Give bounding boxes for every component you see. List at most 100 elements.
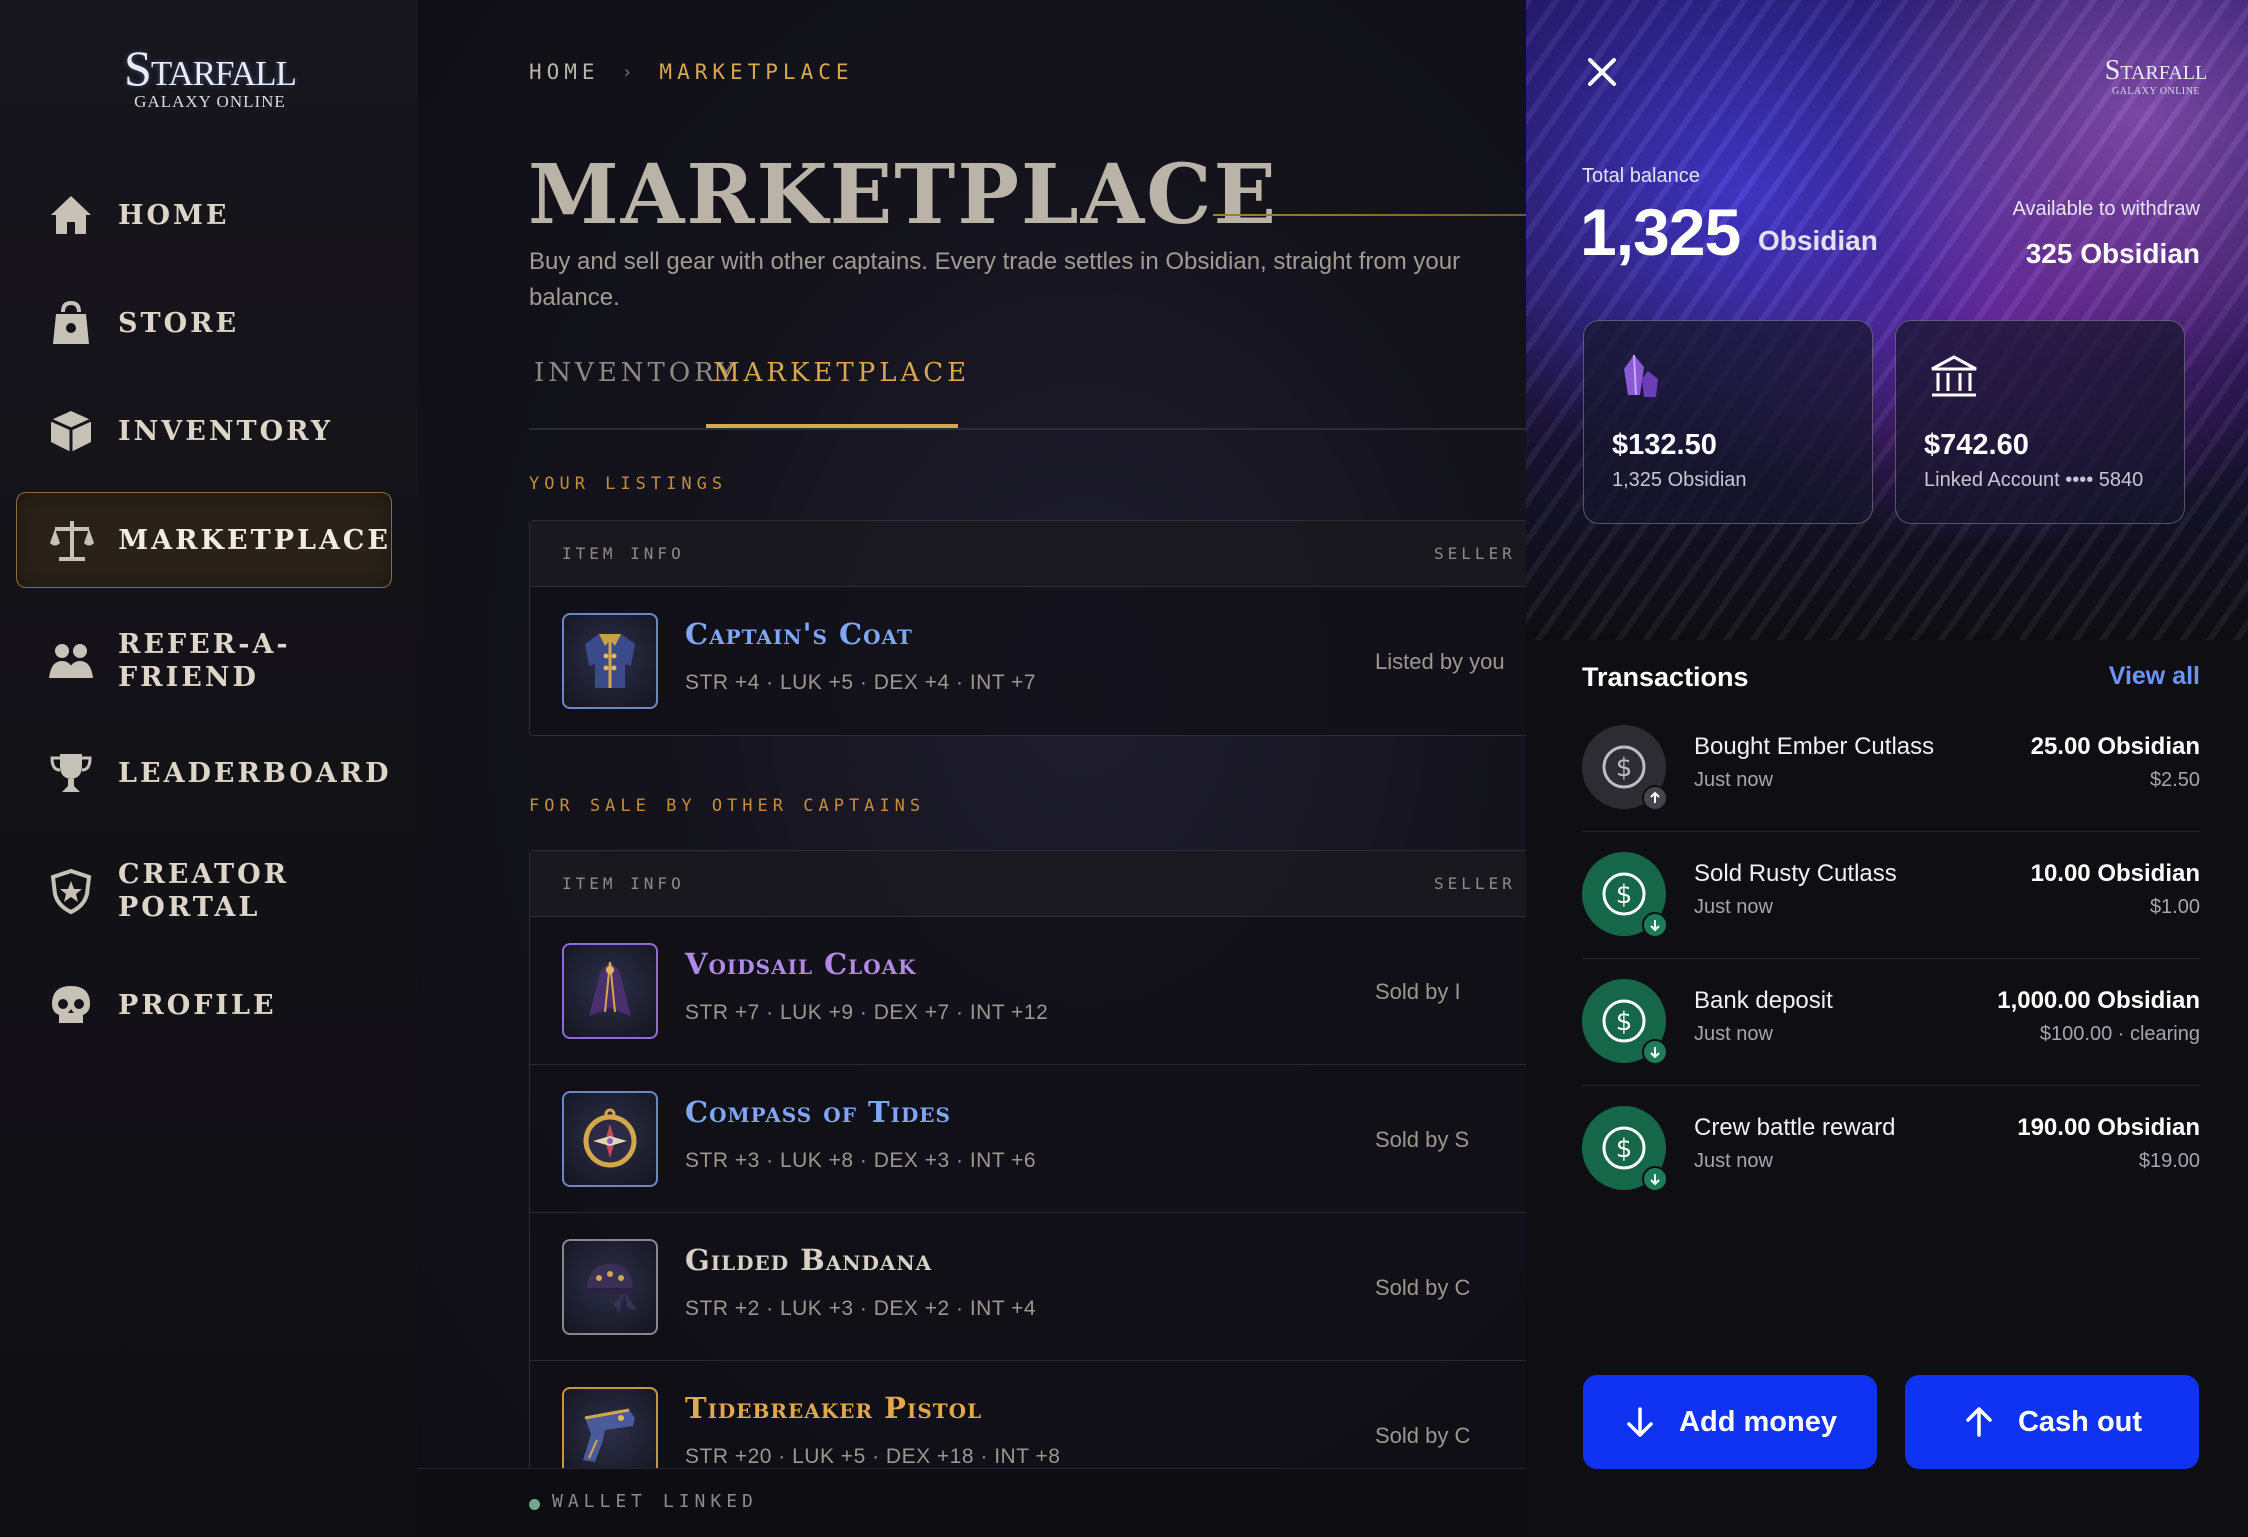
breadcrumb-current: MARKETPLACE	[659, 60, 854, 84]
column-item-info: ITEM INFO	[562, 544, 685, 563]
arrow-down-icon	[1627, 1407, 1653, 1437]
column-item-info: ITEM INFO	[562, 874, 685, 893]
logo-title: Starfall	[124, 40, 297, 96]
transaction-row[interactable]: $ Crew battle reward Just now 190.00 Obs…	[1582, 1086, 2200, 1213]
transaction-time: Just now	[1694, 1150, 1773, 1172]
transaction-name: Bank deposit	[1694, 987, 1833, 1014]
transaction-time: Just now	[1694, 896, 1773, 918]
obsidian-balance-card[interactable]: $132.50 1,325 Obsidian	[1583, 320, 1873, 524]
card-value: $132.50	[1612, 429, 1717, 461]
transaction-row[interactable]: $ Bank deposit Just now 1,000.00 Obsidia…	[1582, 959, 2200, 1086]
wallet-panel: Starfall GALAXY ONLINE Total balance 1,3…	[1526, 0, 2248, 1537]
sidebar-item-creator-portal[interactable]: CREATOR PORTAL	[16, 852, 392, 930]
wallet-logo-subtitle: GALAXY ONLINE	[2111, 86, 2201, 97]
sidebar-item-label: CREATOR PORTAL	[118, 859, 290, 923]
status-dot	[529, 1499, 540, 1510]
page-subtitle: Buy and sell gear with other captains. E…	[529, 248, 1461, 311]
item-name: Captain's Coat	[685, 617, 913, 651]
svg-text:$: $	[1616, 880, 1633, 910]
transaction-amount: 10.00 Obsidian	[2030, 860, 2200, 887]
bandana-icon	[562, 1239, 658, 1335]
main-content: HOME › MARKETPLACE MARKETPLACE Buy and s…	[418, 0, 1526, 1537]
column-seller: SELLER	[1434, 874, 1516, 893]
view-all-link[interactable]: View all	[2109, 662, 2200, 691]
total-balance-value: 1,325	[1580, 195, 1741, 269]
total-balance-label: Total balance	[1582, 165, 1700, 187]
cash-out-button[interactable]: Cash out	[1905, 1375, 2199, 1469]
breadcrumb-home[interactable]: HOME	[529, 60, 600, 84]
transaction-usd: $2.50	[2149, 769, 2200, 791]
sidebar-item-refer-a-friend[interactable]: REFER-A-FRIEND	[16, 622, 392, 700]
breadcrumb: HOME › MARKETPLACE	[529, 60, 854, 84]
item-seller: Listed by you	[1375, 649, 1505, 674]
scale-icon	[37, 505, 106, 575]
total-balance-unit: Obsidian	[1758, 225, 1878, 256]
skull-icon	[36, 970, 106, 1040]
status-bar: WALLET LINKED	[418, 1468, 1526, 1537]
arrow-up-icon	[1642, 785, 1668, 811]
transaction-usd: $100.00 · clearing	[2039, 1023, 2200, 1045]
tab-bar: INVENTORY MARKETPLACE	[529, 350, 1526, 430]
cash-out-label: Cash out	[2017, 1405, 2143, 1438]
shield-icon	[36, 856, 106, 926]
sidebar-item-home[interactable]: HOME	[16, 180, 392, 250]
item-name: Tidebreaker Pistol	[685, 1391, 983, 1425]
bank-icon	[1926, 351, 1982, 407]
item-seller: Sold by S	[1375, 1127, 1470, 1152]
arrow-down-icon	[1642, 1166, 1668, 1192]
friends-icon	[36, 626, 106, 696]
table-row[interactable]: Compass of Tides STR +3 · LUK +8 · DEX +…	[530, 1065, 1526, 1213]
active-tab-indicator	[706, 424, 958, 428]
item-name: Compass of Tides	[685, 1095, 951, 1129]
table-row[interactable]: Voidsail Cloak STR +7 · LUK +9 · DEX +7 …	[530, 917, 1526, 1065]
close-icon	[1588, 58, 1616, 86]
item-stats: STR +20 · LUK +5 · DEX +18 · INT +8	[685, 1445, 1061, 1468]
table-header: ITEM INFO SELLER	[530, 521, 1526, 587]
your-listings-table: ITEM INFO SELLER Captain's Coat STR +4 ·…	[529, 520, 1526, 736]
sidebar-item-profile[interactable]: PROFILE	[16, 970, 392, 1040]
tab-marketplace[interactable]: MARKETPLACE	[713, 358, 970, 388]
svg-text:$: $	[1616, 753, 1633, 783]
sidebar-item-label: LEADERBOARD	[118, 757, 392, 789]
transaction-row[interactable]: $ Bought Ember Cutlass Just now 25.00 Ob…	[1582, 705, 2200, 832]
sidebar-item-label: PROFILE	[118, 989, 277, 1021]
your-listings-label: YOUR LISTINGS	[529, 474, 728, 494]
column-seller: SELLER	[1434, 544, 1516, 563]
add-money-button[interactable]: Add money	[1583, 1375, 1877, 1469]
sidebar-item-leaderboard[interactable]: LEADERBOARD	[16, 738, 392, 808]
item-stats: STR +7 · LUK +9 · DEX +7 · INT +12	[685, 1001, 1049, 1024]
add-money-label: Add money	[1679, 1405, 1837, 1438]
item-name: Voidsail Cloak	[685, 947, 917, 981]
coat-icon	[562, 613, 658, 709]
item-stats: STR +2 · LUK +3 · DEX +2 · INT +4	[685, 1297, 1037, 1320]
starfall-logo[interactable]: Starfall GALAXY ONLINE	[90, 40, 330, 130]
table-row[interactable]: Captain's Coat STR +4 · LUK +5 · DEX +4 …	[530, 587, 1526, 735]
linked-account-card[interactable]: $742.60 Linked Account •••• 5840	[1895, 320, 2185, 524]
tab-inventory[interactable]: INVENTORY	[534, 358, 738, 388]
transaction-amount: 190.00 Obsidian	[2017, 1114, 2200, 1141]
table-row[interactable]: Gilded Bandana STR +2 · LUK +3 · DEX +2 …	[530, 1213, 1526, 1361]
sidebar-item-label: MARKETPLACE	[118, 524, 391, 556]
arrow-up-icon	[1966, 1407, 1992, 1437]
sidebar-item-store[interactable]: STORE	[16, 288, 392, 358]
sidebar: Starfall GALAXY ONLINE HOME STORE INVENT…	[0, 0, 418, 1537]
trophy-icon	[36, 738, 106, 808]
close-button[interactable]	[1582, 52, 1622, 92]
sidebar-item-inventory[interactable]: INVENTORY	[16, 396, 392, 466]
transaction-name: Sold Rusty Cutlass	[1694, 860, 1897, 887]
house-icon	[36, 180, 106, 250]
card-value: $742.60	[1924, 429, 2029, 461]
shop-bag-icon	[36, 288, 106, 358]
crystal-icon	[1614, 351, 1670, 407]
transaction-row[interactable]: $ Sold Rusty Cutlass Just now 10.00 Obsi…	[1582, 832, 2200, 959]
breadcrumb-separator: ›	[621, 61, 638, 83]
svg-text:$: $	[1616, 1007, 1633, 1037]
svg-text:$: $	[1616, 1134, 1633, 1164]
sidebar-item-marketplace[interactable]: MARKETPLACE	[16, 492, 392, 588]
transaction-amount: 25.00 Obsidian	[2030, 733, 2200, 760]
arrow-down-icon	[1642, 912, 1668, 938]
sidebar-item-label: STORE	[118, 307, 240, 339]
for-sale-label: FOR SALE BY OTHER CAPTAINS	[529, 796, 926, 816]
transaction-amount: 1,000.00 Obsidian	[1997, 987, 2200, 1014]
card-subtext: 1,325 Obsidian	[1612, 469, 1747, 491]
